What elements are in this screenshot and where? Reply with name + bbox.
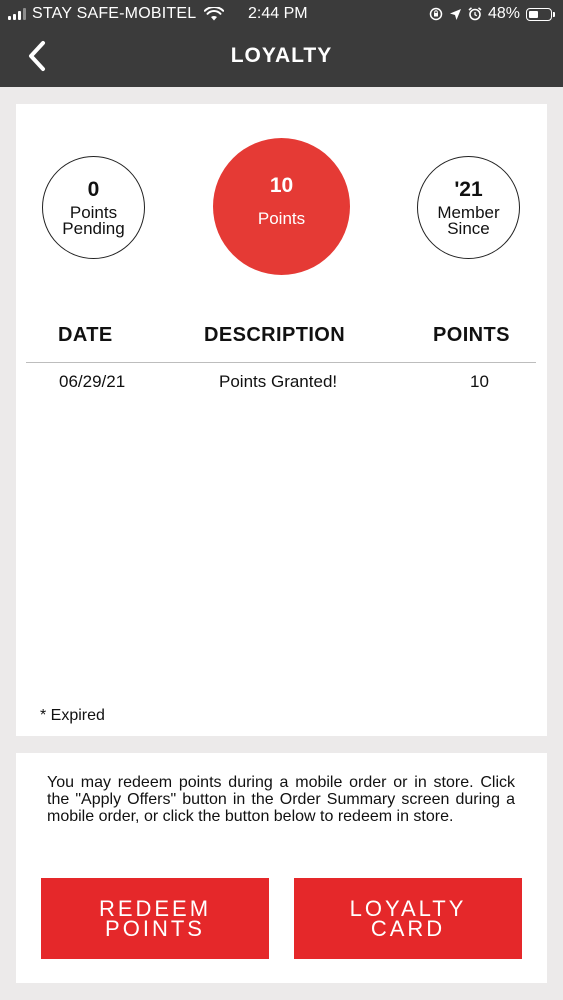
points-pending-value: 0 [87, 177, 100, 201]
points-total-value: 10 [269, 173, 294, 197]
wifi-icon [204, 7, 225, 21]
column-header-description: DESCRIPTION [204, 324, 346, 346]
top-bar: STAY SAFE-MOBITEL 2:44 PM 48% LOYALTY [0, 0, 563, 87]
redeem-card: You may redeem points during a mobile or… [16, 753, 547, 983]
points-total-label: Points [257, 208, 306, 228]
loyalty-card-label-line2: CARD [370, 915, 446, 941]
carrier-name: STAY SAFE-MOBITEL [32, 5, 197, 22]
member-since-value: '21 [454, 177, 483, 201]
row-date: 06/29/21 [59, 372, 126, 391]
member-since-label-line2: Since [447, 218, 490, 238]
row-description: Points Granted! [219, 372, 338, 391]
redeem-points-label-line2: POINTS [105, 915, 205, 941]
status-right: 48% [429, 5, 555, 23]
orientation-lock-icon [429, 7, 443, 21]
points-pending-label: Points Pending [62, 204, 125, 238]
redeem-points-button[interactable]: REDEEM POINTS [41, 878, 269, 959]
expired-footnote: * Expired [40, 707, 105, 724]
battery-icon [526, 7, 555, 21]
status-left: STAY SAFE-MOBITEL [8, 5, 225, 23]
column-header-points: POINTS [433, 324, 510, 346]
signal-icon [8, 8, 26, 20]
location-icon [449, 8, 461, 20]
status-time: 2:44 PM [248, 5, 308, 22]
alarm-icon [468, 7, 482, 21]
points-total-circle: 10 Points [213, 138, 350, 275]
loyalty-card-button[interactable]: LOYALTY CARD [294, 878, 522, 959]
row-points: 10 [470, 372, 489, 391]
column-header-date: DATE [58, 324, 113, 346]
member-since-circle: '21 Member Since [417, 156, 520, 259]
points-pending-circle: 0 Points Pending [42, 156, 145, 259]
loyalty-summary-card: 0 Points Pending 10 Points '21 Member Si… [16, 104, 547, 736]
battery-percent: 48% [487, 5, 520, 22]
status-bar: STAY SAFE-MOBITEL 2:44 PM 48% [0, 0, 563, 30]
points-pending-label-line2: Pending [62, 218, 125, 238]
table-header: DATE DESCRIPTION POINTS [26, 320, 536, 363]
member-since-label: Member Since [437, 204, 499, 238]
redeem-info-text: You may redeem points during a mobile or… [47, 774, 515, 825]
table-row: 06/29/21 Points Granted! 10 [26, 372, 536, 402]
page-title: LOYALTY [230, 44, 333, 67]
